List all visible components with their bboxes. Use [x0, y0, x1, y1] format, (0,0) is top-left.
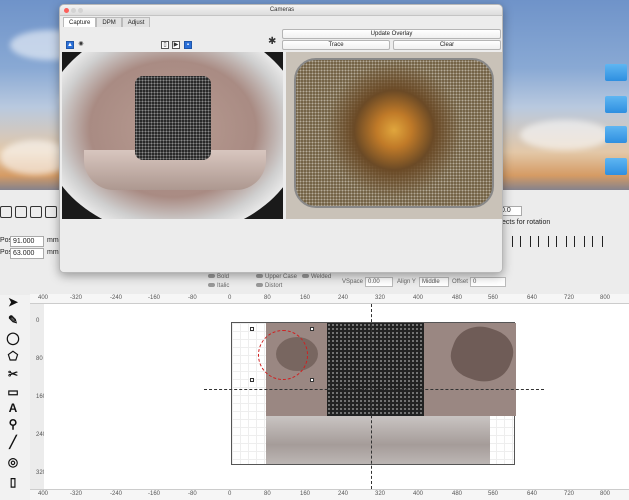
y-unit-label: mm — [47, 249, 59, 256]
settings-star-icon[interactable]: ✱ — [268, 37, 276, 47]
save-icon[interactable] — [30, 206, 42, 218]
align-y-select[interactable]: Middle — [419, 277, 449, 287]
save-as-icon[interactable] — [45, 206, 57, 218]
distort-toggle[interactable]: Distort — [256, 283, 282, 289]
bottom-ruler: 400 -320 -240 -160 -80 0 80 160 240 320 … — [30, 489, 629, 500]
desktop-folders — [599, 0, 629, 200]
trace-button[interactable]: Trace — [282, 40, 390, 50]
camera-feed-left — [62, 52, 283, 219]
selection-handle[interactable] — [310, 327, 314, 331]
align-icon[interactable] — [502, 236, 513, 247]
window-title-bar: Cameras — [60, 5, 502, 16]
italic-toggle[interactable]: Italic — [208, 283, 229, 289]
text-tool-icon[interactable]: A — [6, 401, 20, 415]
align-y-label: Align Y — [397, 279, 416, 285]
selected-circle-shape[interactable] — [258, 330, 308, 380]
center-guide-horizontal — [204, 389, 544, 390]
minimize-window-icon[interactable] — [71, 8, 76, 13]
selection-handle[interactable] — [250, 327, 254, 331]
camera-overlay-image — [266, 323, 516, 416]
clear-button[interactable]: Clear — [393, 40, 501, 50]
camera-feed-right — [286, 52, 502, 219]
update-overlay-button[interactable]: Update Overlay — [282, 29, 501, 39]
camera-window-body — [60, 219, 502, 272]
eye-icon[interactable]: ◉ — [77, 41, 85, 49]
tab-dpm[interactable]: DPM — [96, 17, 122, 27]
top-ruler: 400 -320 -240 -160 -80 0 80 160 240 320 … — [30, 294, 629, 304]
close-window-icon[interactable] — [64, 8, 69, 13]
position-pin-icon[interactable]: ⚲ — [6, 417, 20, 431]
cameras-window: Cameras Capture DPM Adjust ▲ ◉ ▯ ▶ ▪ ✱ U… — [59, 4, 503, 273]
align-icon[interactable] — [520, 236, 531, 247]
edit-nodes-icon[interactable]: ✎ — [6, 313, 20, 327]
folder-icon[interactable] — [605, 158, 627, 175]
text-options-bar: Bold Italic Upper Case Distort Welded VS… — [208, 273, 508, 295]
offset-label: Offset — [452, 279, 468, 285]
single-view-icon[interactable]: ▯ — [161, 41, 169, 49]
selection-handle[interactable] — [310, 378, 314, 382]
y-pos-input[interactable]: 63.000 — [10, 248, 44, 259]
tab-adjust[interactable]: Adjust — [121, 17, 151, 27]
camera-icon[interactable]: ▲ — [66, 41, 74, 49]
align-icon[interactable] — [592, 236, 603, 247]
ellipse-tool-icon[interactable]: ◯ — [6, 331, 20, 345]
tool-palette: ➤ ✎ ◯ ⬠ ✂ ▭ A ⚲ ╱ ◎ ▯ — [0, 295, 30, 500]
rotation-hint: ects for rotation — [502, 219, 551, 226]
polygon-tool-icon[interactable]: ⬠ — [6, 349, 20, 363]
dual-view-icon[interactable]: ▪ — [184, 41, 192, 49]
folder-icon[interactable] — [605, 64, 627, 81]
align-icon[interactable] — [574, 236, 585, 247]
align-icon[interactable] — [556, 236, 567, 247]
vspace-label: VSpace — [342, 279, 364, 285]
upper-case-toggle[interactable]: Upper Case — [256, 274, 297, 280]
window-title: Cameras — [269, 7, 295, 13]
x-unit-label: mm — [47, 237, 59, 244]
rotary-icon[interactable]: ◎ — [6, 455, 20, 469]
rectangle-tool-icon[interactable]: ▭ — [6, 385, 20, 399]
laser-icon[interactable]: ▯ — [6, 475, 20, 489]
open-folder-icon[interactable] — [15, 206, 27, 218]
x-position-field: Pos 91.000 mm — [0, 236, 60, 248]
measure-icon[interactable]: ╱ — [6, 435, 20, 449]
vspace-input[interactable]: 0.00 — [365, 277, 393, 287]
camera-tabs: Capture DPM Adjust — [63, 17, 151, 27]
folder-icon[interactable] — [605, 126, 627, 143]
center-guide-vertical — [371, 304, 372, 489]
selection-handle[interactable] — [250, 378, 254, 382]
y-position-field: Pos 63.000 mm — [0, 248, 60, 260]
folder-icon[interactable] — [605, 96, 627, 113]
design-canvas[interactable] — [44, 304, 629, 489]
align-icon[interactable] — [538, 236, 549, 247]
scissors-icon[interactable]: ✂ — [6, 367, 20, 381]
tab-capture[interactable]: Capture — [63, 17, 97, 27]
new-file-icon[interactable] — [0, 206, 12, 218]
camera-overlay-board — [266, 416, 490, 464]
bold-toggle[interactable]: Bold — [208, 274, 229, 280]
play-icon[interactable]: ▶ — [172, 41, 180, 49]
welded-toggle[interactable]: Welded — [302, 274, 331, 280]
x-pos-input[interactable]: 91.000 — [10, 236, 44, 247]
select-arrow-icon[interactable]: ➤ — [6, 295, 20, 309]
left-ruler: 0 80 160 240 320 — [36, 318, 47, 476]
align-toolbar — [498, 236, 629, 250]
zoom-window-icon[interactable] — [78, 8, 83, 13]
offset-input[interactable]: 0 — [470, 277, 506, 287]
